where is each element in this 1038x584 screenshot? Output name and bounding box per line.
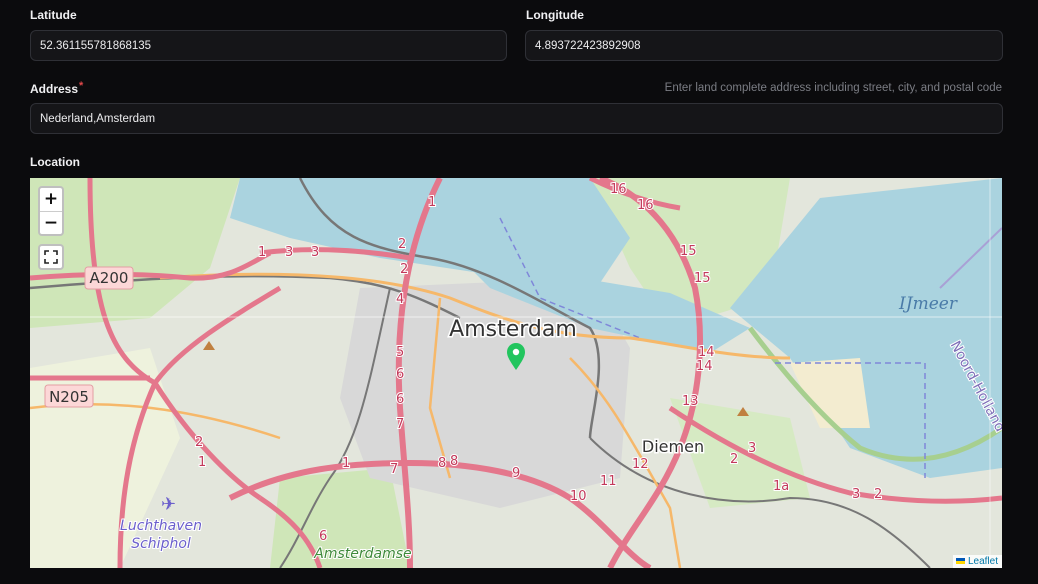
zoom-in-button[interactable]: + xyxy=(40,188,62,211)
ring-exit-number: 2 xyxy=(730,452,738,467)
latitude-label: Latitude xyxy=(30,8,77,22)
ring-exit-number: 1 xyxy=(342,456,350,471)
ring-exit-number: 8 xyxy=(450,454,458,469)
ring-exit-number: 14 xyxy=(698,345,715,360)
ring-exit-number: 15 xyxy=(680,244,697,259)
ring-exit-number: 11 xyxy=(600,474,617,489)
longitude-field[interactable] xyxy=(525,30,1003,61)
road-shield-a200-label: A200 xyxy=(90,269,129,287)
road-shield-n205-label: N205 xyxy=(49,388,89,406)
ring-exit-number: 13 xyxy=(682,394,699,409)
longitude-input[interactable] xyxy=(526,31,1002,60)
longitude-label: Longitude xyxy=(526,8,584,22)
address-input[interactable] xyxy=(31,104,1002,133)
ring-exit-number: 6 xyxy=(396,392,404,407)
city-label-amsterdam: Amsterdam xyxy=(449,317,577,342)
required-marker: * xyxy=(79,80,84,92)
water-label-ijmeer: IJmeer xyxy=(898,294,958,314)
ring-exit-number: 10 xyxy=(570,489,587,504)
address-hint: Enter land complete address including st… xyxy=(664,82,1002,94)
ring-exit-number: 7 xyxy=(396,417,404,432)
location-map[interactable]: ✈ A200 N205 Amsterdam Diemen IJmeer Noor… xyxy=(30,178,1002,568)
airport-label-line1: Luchthaven xyxy=(120,518,202,534)
ring-exit-number: 9 xyxy=(512,466,520,481)
ring-exit-number: 3 xyxy=(748,441,756,456)
ring-exit-number: 12 xyxy=(632,457,649,472)
ring-exit-number: 3 xyxy=(311,245,319,260)
ring-exit-number: 6 xyxy=(319,529,327,544)
ring-exit-number: 15 xyxy=(694,271,711,286)
ring-exit-number: 1 xyxy=(428,195,436,210)
airport-label-line2: Schiphol xyxy=(131,536,191,552)
zoom-control: + − xyxy=(38,186,64,236)
zoom-out-button[interactable]: − xyxy=(40,211,62,234)
map-tiles[interactable]: ✈ A200 N205 Amsterdam Diemen IJmeer Noor… xyxy=(30,178,1002,568)
ring-exit-number: 1a xyxy=(773,479,789,494)
ring-exit-number: 3 xyxy=(285,245,293,260)
ring-exit-number: 2 xyxy=(195,435,203,450)
park-label-amsterdamse: Amsterdamse xyxy=(313,546,411,562)
ring-exit-number: 6 xyxy=(396,367,404,382)
ring-exit-number: 16 xyxy=(637,198,654,213)
ring-exit-number: 2 xyxy=(400,262,408,277)
ring-exit-number: 1 xyxy=(198,455,206,470)
map-pin-dot xyxy=(512,348,520,356)
ring-exit-number: 14 xyxy=(696,359,713,374)
ring-exit-number: 16 xyxy=(610,182,627,197)
fullscreen-icon xyxy=(44,250,58,264)
latitude-field[interactable] xyxy=(30,30,507,61)
latitude-input[interactable] xyxy=(31,31,506,60)
address-label: Address* xyxy=(30,80,84,96)
town-label-diemen: Diemen xyxy=(642,437,704,456)
ukraine-flag-icon xyxy=(955,558,965,564)
address-field[interactable] xyxy=(30,103,1003,134)
ring-exit-number: 4 xyxy=(396,292,404,307)
ring-exit-number: 2 xyxy=(874,487,882,502)
ring-exit-number: 1 xyxy=(258,245,266,260)
ring-exit-number: 3 xyxy=(852,487,860,502)
ring-exit-number: 7 xyxy=(390,462,398,477)
ring-exit-number: 5 xyxy=(396,345,404,360)
location-label: Location xyxy=(30,155,80,169)
airport-icon: ✈ xyxy=(161,494,176,515)
ring-exit-number: 2 xyxy=(398,237,406,252)
leaflet-link[interactable]: Leaflet xyxy=(968,556,998,567)
map-attribution: Leaflet xyxy=(952,555,1002,568)
fullscreen-button[interactable] xyxy=(38,244,64,270)
address-label-text: Address xyxy=(30,82,79,96)
ring-exit-number: 8 xyxy=(438,456,446,471)
